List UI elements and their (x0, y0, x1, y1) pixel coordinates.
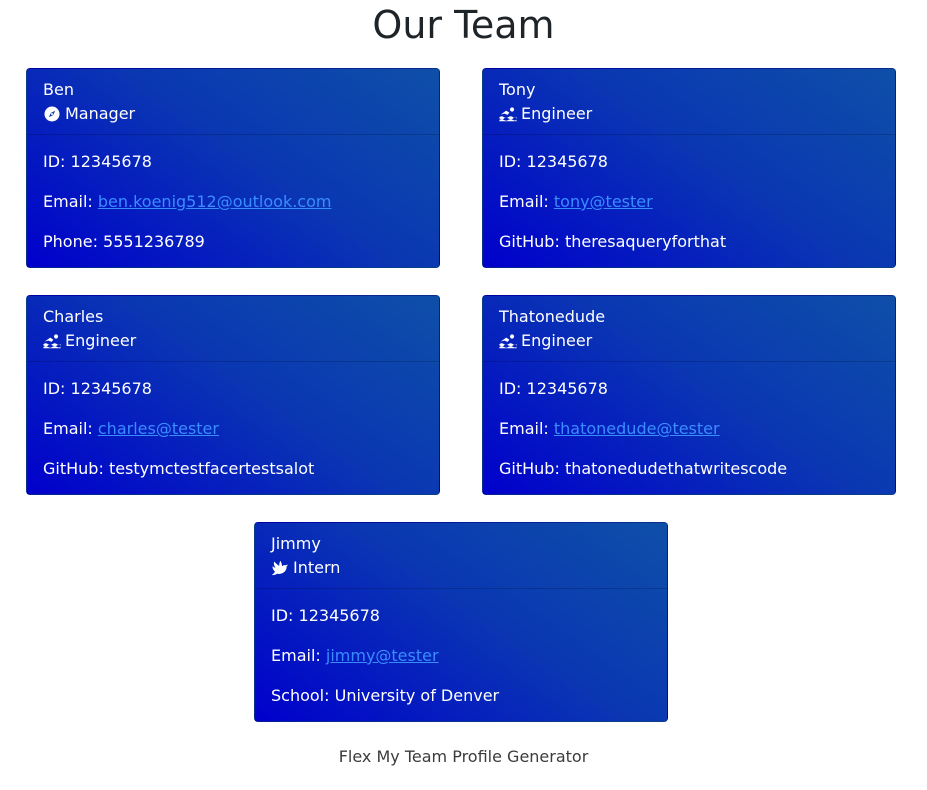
member-role: Intern (271, 556, 651, 580)
id-value: 12345678 (70, 379, 152, 398)
email-line: Email: charles@tester (43, 418, 423, 440)
card-body: ID: 12345678 Email: ben.koenig512@outloo… (27, 135, 439, 253)
email-line: Email: tony@tester (499, 191, 879, 213)
card-body: ID: 12345678 Email: tony@tester GitHub: … (483, 135, 895, 253)
id-label: ID: (499, 379, 522, 398)
email-line: Email: jimmy@tester (271, 645, 651, 667)
id-value: 12345678 (526, 379, 608, 398)
email-link[interactable]: tony@tester (554, 192, 653, 211)
team-card-ben: Ben Manager ID: 12345678 Email: ben.koen… (26, 68, 440, 268)
page-title: Our Team (372, 3, 555, 47)
team-card-charles: Charles Engineer ID: 12345678 Email: cha… (26, 295, 440, 495)
id-line: ID: 12345678 (43, 151, 423, 173)
member-role: Engineer (499, 329, 879, 353)
card-header: Tony Engineer (483, 69, 895, 135)
school-label: School: (271, 686, 330, 705)
member-role: Engineer (499, 102, 879, 126)
team-card-tony: Tony Engineer ID: 12345678 Email: tony@t… (482, 68, 896, 268)
member-name: Thatonedude (499, 307, 606, 326)
email-line: Email: ben.koenig512@outlook.com (43, 191, 423, 213)
role-label: Manager (65, 104, 136, 123)
email-link[interactable]: charles@tester (98, 419, 219, 438)
email-label: Email: (43, 192, 93, 211)
email-link[interactable]: jimmy@tester (326, 646, 439, 665)
member-role: Engineer (43, 329, 423, 353)
github-value: testymctestfacertestsalot (108, 459, 315, 478)
role-label: Intern (293, 558, 341, 577)
card-body: ID: 12345678 Email: charles@tester GitHu… (27, 362, 439, 480)
id-line: ID: 12345678 (43, 378, 423, 400)
email-link[interactable]: thatonedude@tester (554, 419, 720, 438)
id-line: ID: 12345678 (499, 151, 879, 173)
card-header: Charles Engineer (27, 296, 439, 362)
team-card-thatonedude: Thatonedude Engineer ID: 12345678 Email:… (482, 295, 896, 495)
id-value: 12345678 (298, 606, 380, 625)
member-name: Jimmy (271, 534, 321, 553)
compass-icon (43, 105, 61, 123)
email-link[interactable]: ben.koenig512@outlook.com (98, 192, 332, 211)
card-header: Ben Manager (27, 69, 439, 135)
id-label: ID: (271, 606, 294, 625)
id-line: ID: 12345678 (499, 378, 879, 400)
email-label: Email: (271, 646, 321, 665)
phone-value: 5551236789 (103, 232, 205, 251)
swimmer-icon (43, 332, 61, 350)
email-label: Email: (43, 419, 93, 438)
swimmer-icon (499, 332, 517, 350)
phone-label: Phone: (43, 232, 98, 251)
member-name: Ben (43, 80, 74, 99)
id-label: ID: (43, 152, 66, 171)
github-label: GitHub: (43, 459, 104, 478)
team-card-jimmy: Jimmy Intern ID: 12345678 Email: jimmy@t… (254, 522, 668, 722)
github-value: thatonedudethatwritescode (564, 459, 788, 478)
id-value: 12345678 (526, 152, 608, 171)
member-name: Tony (499, 80, 536, 99)
id-line: ID: 12345678 (271, 605, 651, 627)
school-value: University of Denver (334, 686, 500, 705)
github-value: theresaqueryforthat (564, 232, 727, 251)
github-line: GitHub: thatonedudethatwritescode (499, 458, 879, 480)
footer-text: Flex My Team Profile Generator (338, 747, 589, 766)
github-label: GitHub: (499, 459, 560, 478)
email-label: Email: (499, 419, 549, 438)
role-label: Engineer (65, 331, 137, 350)
swimmer-icon (499, 105, 517, 123)
card-body: ID: 12345678 Email: jimmy@tester School:… (255, 589, 667, 707)
id-value: 12345678 (70, 152, 152, 171)
email-label: Email: (499, 192, 549, 211)
github-label: GitHub: (499, 232, 560, 251)
card-header: Jimmy Intern (255, 523, 667, 589)
member-role: Manager (43, 102, 423, 126)
role-label: Engineer (521, 331, 593, 350)
role-label: Engineer (521, 104, 593, 123)
school-line: School: University of Denver (271, 685, 651, 707)
email-line: Email: thatonedude@tester (499, 418, 879, 440)
member-name: Charles (43, 307, 104, 326)
dove-icon (271, 559, 289, 577)
phone-line: Phone: 5551236789 (43, 231, 423, 253)
id-label: ID: (499, 152, 522, 171)
id-label: ID: (43, 379, 66, 398)
github-line: GitHub: theresaqueryforthat (499, 231, 879, 253)
github-line: GitHub: testymctestfacertestsalot (43, 458, 423, 480)
card-body: ID: 12345678 Email: thatonedude@tester G… (483, 362, 895, 480)
card-header: Thatonedude Engineer (483, 296, 895, 362)
